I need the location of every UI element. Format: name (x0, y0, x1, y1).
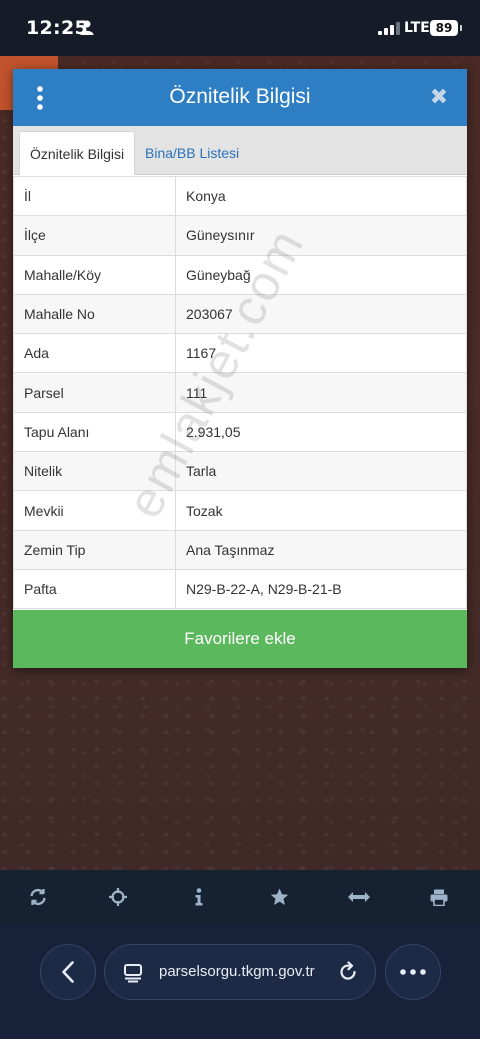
table-row: Parsel 111 (13, 372, 467, 413)
tab-bar: Öznitelik Bilgisi Bina/BB Listesi (13, 126, 467, 175)
table-row: İlçe Güneysınır (13, 215, 467, 256)
add-to-favorites-button[interactable]: Favorilere ekle (13, 610, 467, 668)
status-bar: 12:25 LTE 89 (0, 0, 480, 56)
attribute-key: Zemin Tip (13, 529, 176, 570)
attribute-key: Pafta (13, 568, 176, 610)
refresh-button[interactable] (25, 884, 51, 910)
address-bar[interactable]: parselsorgu.tkgm.gov.tr (104, 944, 376, 1000)
table-row: Mahalle/Köy Güneybağ (13, 254, 467, 295)
info-button[interactable] (186, 884, 212, 910)
crosshair-icon (109, 888, 127, 906)
battery-indicator: 89 (430, 20, 462, 36)
tab-building-list[interactable]: Bina/BB Listesi (135, 131, 249, 175)
table-row: Pafta N29-B-22-A, N29-B-21-B (13, 568, 467, 610)
attribute-value: Güneybağ (175, 254, 467, 295)
browser-bar: parselsorgu.tkgm.gov.tr (0, 924, 480, 1039)
back-button[interactable] (40, 944, 96, 1000)
attribute-value: Ana Taşınmaz (175, 529, 467, 570)
table-row: Mahalle No 203067 (13, 293, 467, 335)
measure-arrows-icon (348, 892, 370, 902)
table-row: İl Konya (13, 175, 467, 217)
attribute-value: 2.931,05 (175, 411, 467, 453)
attribute-key: Parsel (13, 372, 176, 413)
reload-icon[interactable] (337, 961, 359, 983)
attribute-key: İlçe (13, 215, 176, 256)
more-dots-icon (400, 969, 426, 975)
attribute-key: Mevkii (13, 490, 176, 531)
tab-attribute-info[interactable]: Öznitelik Bilgisi (19, 131, 136, 175)
signal-icon (378, 22, 400, 35)
attribute-key: Mahalle No (13, 293, 176, 335)
table-row: Ada 1167 (13, 333, 467, 374)
attribute-value: 111 (175, 372, 467, 413)
attribute-value: Konya (175, 175, 467, 217)
measure-button[interactable] (346, 884, 372, 910)
person-icon (80, 20, 94, 35)
attribute-value: 1167 (175, 333, 467, 374)
table-row: Mevkii Tozak (13, 490, 467, 531)
chevron-left-icon (62, 961, 74, 983)
print-button[interactable] (426, 884, 452, 910)
attribute-table: İl Konya İlçe Güneysınır Mahalle/Köy Gün… (13, 175, 467, 610)
print-icon (430, 889, 448, 906)
attribute-key: İl (13, 175, 176, 217)
map-toolbar (0, 870, 480, 924)
table-row: Zemin Tip Ana Taşınmaz (13, 529, 467, 570)
star-icon (270, 888, 288, 905)
more-button[interactable] (385, 944, 441, 1000)
attribute-key: Tapu Alanı (13, 411, 176, 453)
dialog-header: Öznitelik Bilgisi ✖ (13, 69, 467, 126)
url-text: parselsorgu.tkgm.gov.tr (159, 963, 315, 980)
locate-button[interactable] (105, 884, 131, 910)
table-row: Tapu Alanı 2.931,05 (13, 411, 467, 453)
attribute-key: Ada (13, 333, 176, 374)
close-icon[interactable]: ✖ (427, 85, 451, 109)
table-row: Nitelik Tarla (13, 451, 467, 492)
status-time: 12:25 (26, 17, 88, 39)
favorites-button[interactable] (266, 884, 292, 910)
attribute-key: Mahalle/Köy (13, 254, 176, 295)
attribute-value: Güneysınır (175, 215, 467, 256)
dialog-title: Öznitelik Bilgisi (169, 85, 311, 108)
attribute-dialog: Öznitelik Bilgisi ✖ Öznitelik Bilgisi Bi… (13, 69, 467, 668)
attribute-value: Tozak (175, 490, 467, 531)
page-menu-icon[interactable] (123, 963, 143, 983)
refresh-icon (30, 888, 46, 906)
attribute-value: Tarla (175, 451, 467, 492)
info-icon (195, 888, 203, 906)
attribute-key: Nitelik (13, 451, 176, 492)
network-label: LTE (404, 20, 430, 36)
attribute-value: 203067 (175, 293, 467, 335)
attribute-value: N29-B-22-A, N29-B-21-B (175, 568, 467, 610)
